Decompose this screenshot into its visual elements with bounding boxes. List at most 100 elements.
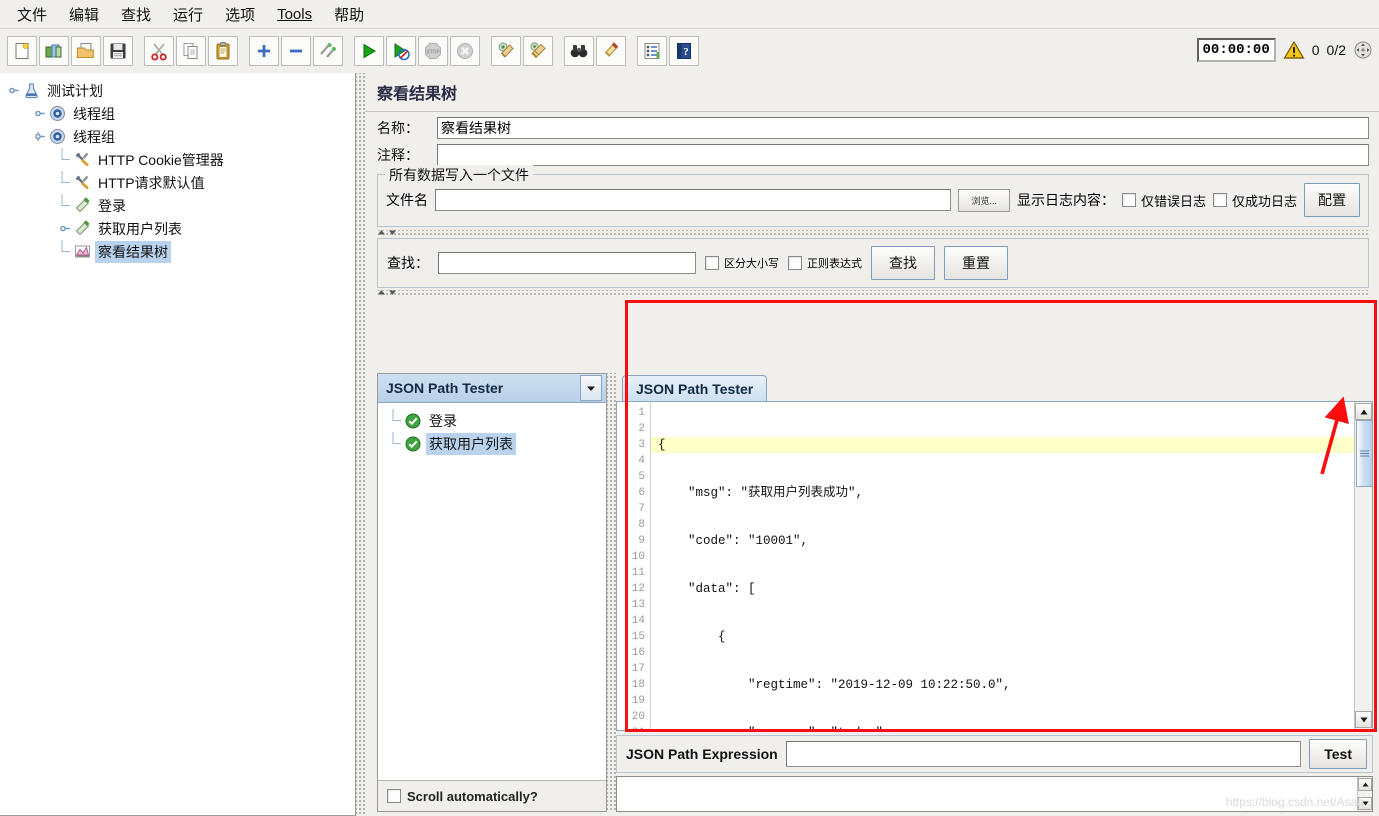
- help-button[interactable]: ?: [669, 36, 699, 66]
- line-number: 12: [617, 581, 645, 597]
- success-shield-icon: [403, 412, 423, 430]
- config-element-icon: [72, 151, 92, 169]
- tree-node-view-results-tree[interactable]: 察看结果树: [4, 240, 355, 263]
- tree-connector: [59, 245, 72, 258]
- line-number: 16: [617, 645, 645, 661]
- tree-node-label: HTTP请求默认值: [95, 172, 208, 194]
- editor-vertical-scrollbar[interactable]: [1354, 402, 1372, 730]
- search-button[interactable]: [564, 36, 594, 66]
- tree-node-thread-group-2[interactable]: 线程组: [4, 125, 355, 148]
- json-path-expression-input[interactable]: [786, 741, 1302, 767]
- start-button[interactable]: [354, 36, 384, 66]
- expand-handle-icon[interactable]: [34, 130, 47, 143]
- successes-only-checkbox[interactable]: 仅成功日志: [1213, 191, 1297, 210]
- result-node-login[interactable]: 登录: [384, 409, 606, 432]
- tree-node-test-plan[interactable]: 测试计划: [4, 79, 355, 102]
- menu-options[interactable]: 选项: [214, 1, 266, 28]
- tree-connector: [59, 153, 72, 166]
- tree-node-http-cookie-manager[interactable]: HTTP Cookie管理器: [4, 148, 355, 171]
- toolbar-group-help: ?: [636, 36, 700, 66]
- scrollbar-thumb[interactable]: [1356, 420, 1373, 487]
- code-line: "msg": "获取用户列表成功",: [658, 485, 1354, 501]
- paste-button[interactable]: [208, 36, 238, 66]
- divider-up-arrow-icon[interactable]: [377, 289, 386, 296]
- tree-node-get-user-list-sampler[interactable]: 获取用户列表: [4, 217, 355, 240]
- search-input[interactable]: [438, 252, 696, 274]
- json-path-result-area[interactable]: https://blog.csdn.net/Asaa: [616, 776, 1373, 812]
- name-row: 名称：: [365, 112, 1379, 141]
- regex-checkbox[interactable]: 正则表达式: [788, 255, 862, 271]
- configure-button[interactable]: 配置: [1304, 183, 1360, 217]
- case-sensitive-checkbox[interactable]: 区分大小写: [705, 255, 779, 271]
- search-label: 查找：: [387, 253, 429, 273]
- divider-down-arrow-icon[interactable]: [388, 289, 397, 296]
- write-all-data-title: 所有数据写入一个文件: [385, 165, 533, 185]
- tree-node-http-request-defaults[interactable]: HTTP请求默认值: [4, 171, 355, 194]
- search-reset-button[interactable]: 重置: [944, 246, 1008, 280]
- open-button[interactable]: [71, 36, 101, 66]
- expand-handle-icon[interactable]: [8, 84, 21, 97]
- divider-arrows[interactable]: [377, 289, 397, 296]
- collapse-handle-icon[interactable]: [34, 107, 47, 120]
- menu-run[interactable]: 运行: [162, 1, 214, 28]
- clear-button[interactable]: [491, 36, 521, 66]
- search-bar: 查找： 区分大小写 正则表达式 查找 重置: [377, 238, 1369, 288]
- json-response-text[interactable]: { "msg": "获取用户列表成功", "code": "10001", "d…: [651, 402, 1354, 730]
- errors-only-checkbox[interactable]: 仅错误日志: [1122, 191, 1206, 210]
- result-vertical-scrollbar[interactable]: [1357, 777, 1372, 811]
- scroll-up-button[interactable]: [1355, 403, 1372, 420]
- menu-edit[interactable]: 编辑: [58, 1, 110, 28]
- collapse-button[interactable]: [281, 36, 311, 66]
- circle-arrows-icon[interactable]: [1353, 40, 1373, 60]
- main-splitter[interactable]: [356, 73, 365, 816]
- open-folder-icon: [76, 41, 96, 61]
- results-splitter[interactable]: [607, 373, 616, 812]
- menu-search[interactable]: 查找: [110, 1, 162, 28]
- menu-file[interactable]: 文件: [6, 1, 58, 28]
- checkbox-box-icon: [387, 789, 401, 803]
- reset-search-button[interactable]: [596, 36, 626, 66]
- tree-node-login-sampler[interactable]: 登录: [4, 194, 355, 217]
- collapse-handle-icon[interactable]: [59, 222, 72, 235]
- scroll-down-button[interactable]: [1355, 711, 1372, 728]
- list-icon: [642, 41, 662, 61]
- menu-help[interactable]: 帮助: [323, 1, 375, 28]
- lower-divider[interactable]: [377, 290, 1369, 296]
- new-button[interactable]: [7, 36, 37, 66]
- browse-button[interactable]: 浏览...: [958, 189, 1010, 212]
- tab-json-path-tester[interactable]: JSON Path Tester: [622, 375, 767, 401]
- filename-input[interactable]: [435, 189, 951, 211]
- cut-button[interactable]: [144, 36, 174, 66]
- chevron-down-icon[interactable]: [580, 375, 602, 401]
- divider-arrows[interactable]: [377, 229, 397, 236]
- name-input[interactable]: [437, 117, 1369, 139]
- scroll-down-button[interactable]: [1358, 797, 1372, 810]
- save-button[interactable]: [103, 36, 133, 66]
- upper-divider[interactable]: [377, 230, 1369, 236]
- toggle-button[interactable]: [313, 36, 343, 66]
- tree-node-thread-group-1[interactable]: 线程组: [4, 102, 355, 125]
- shutdown-button[interactable]: [450, 36, 480, 66]
- scroll-automatically-checkbox[interactable]: Scroll automatically?: [378, 780, 606, 811]
- line-number: 20: [617, 709, 645, 725]
- expand-button[interactable]: [249, 36, 279, 66]
- search-submit-button[interactable]: 查找: [871, 246, 935, 280]
- divider-up-arrow-icon[interactable]: [377, 229, 386, 236]
- scroll-up-button[interactable]: [1358, 778, 1372, 791]
- stop-button[interactable]: STOP: [418, 36, 448, 66]
- test-plan-tree-pane[interactable]: 测试计划 线程组 线程组: [0, 73, 356, 816]
- result-node-get-user-list[interactable]: 获取用户列表: [384, 432, 606, 455]
- function-helper-button[interactable]: [637, 36, 667, 66]
- warning-triangle-icon[interactable]: [1283, 40, 1305, 60]
- json-response-editor[interactable]: 1 2 3 4 5 6 7 8 9 10 11 12 13 14: [616, 401, 1373, 731]
- clear-all-button[interactable]: [523, 36, 553, 66]
- comment-input[interactable]: [437, 144, 1369, 166]
- test-button[interactable]: Test: [1309, 739, 1367, 769]
- sample-result-tree[interactable]: 登录 获取用户列表: [378, 403, 606, 780]
- copy-button[interactable]: [176, 36, 206, 66]
- divider-down-arrow-icon[interactable]: [388, 229, 397, 236]
- templates-button[interactable]: [39, 36, 69, 66]
- menu-tools[interactable]: Tools: [266, 3, 323, 26]
- render-selector[interactable]: JSON Path Tester: [378, 374, 606, 403]
- start-no-pauses-button[interactable]: [386, 36, 416, 66]
